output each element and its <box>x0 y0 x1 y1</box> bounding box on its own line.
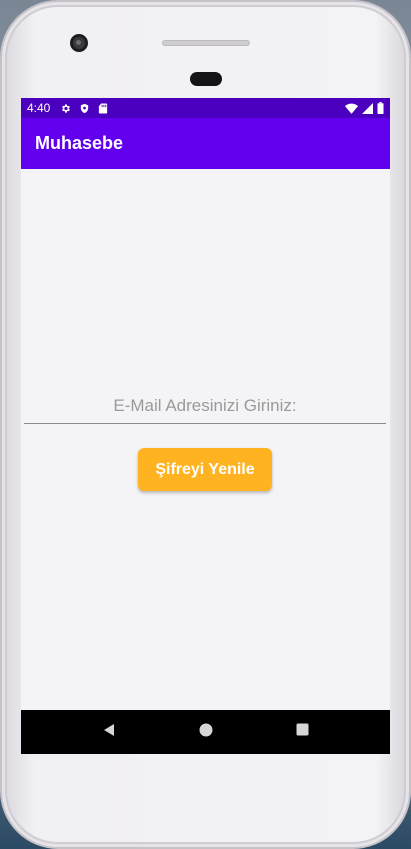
app-bar: Muhasebe <box>21 118 390 169</box>
wifi-icon <box>345 103 358 114</box>
signal-icon <box>362 102 373 114</box>
status-system-icons <box>345 102 384 114</box>
phone-frame: 4:40 Muhasebe E-Mail Adresinizi Giriniz:… <box>0 0 411 849</box>
shield-icon <box>79 103 90 114</box>
app-title: Muhasebe <box>35 133 124 153</box>
status-notification-icons <box>60 102 108 114</box>
device-screen: 4:40 Muhasebe E-Mail Adresinizi Giriniz:… <box>21 98 390 754</box>
battery-icon <box>377 102 384 114</box>
back-icon[interactable] <box>102 723 116 742</box>
status-bar: 4:40 <box>21 98 390 118</box>
front-camera <box>70 34 88 52</box>
proximity-sensor <box>190 72 222 86</box>
navigation-bar <box>21 710 390 754</box>
earpiece-speaker <box>162 40 250 46</box>
reset-password-button[interactable]: Şifreyi Yenile <box>138 448 272 491</box>
gear-icon <box>60 103 71 114</box>
recents-icon[interactable] <box>296 723 309 741</box>
email-field[interactable] <box>24 388 386 424</box>
sd-card-icon <box>98 102 108 114</box>
home-icon[interactable] <box>199 723 213 742</box>
status-time: 4:40 <box>27 101 51 115</box>
